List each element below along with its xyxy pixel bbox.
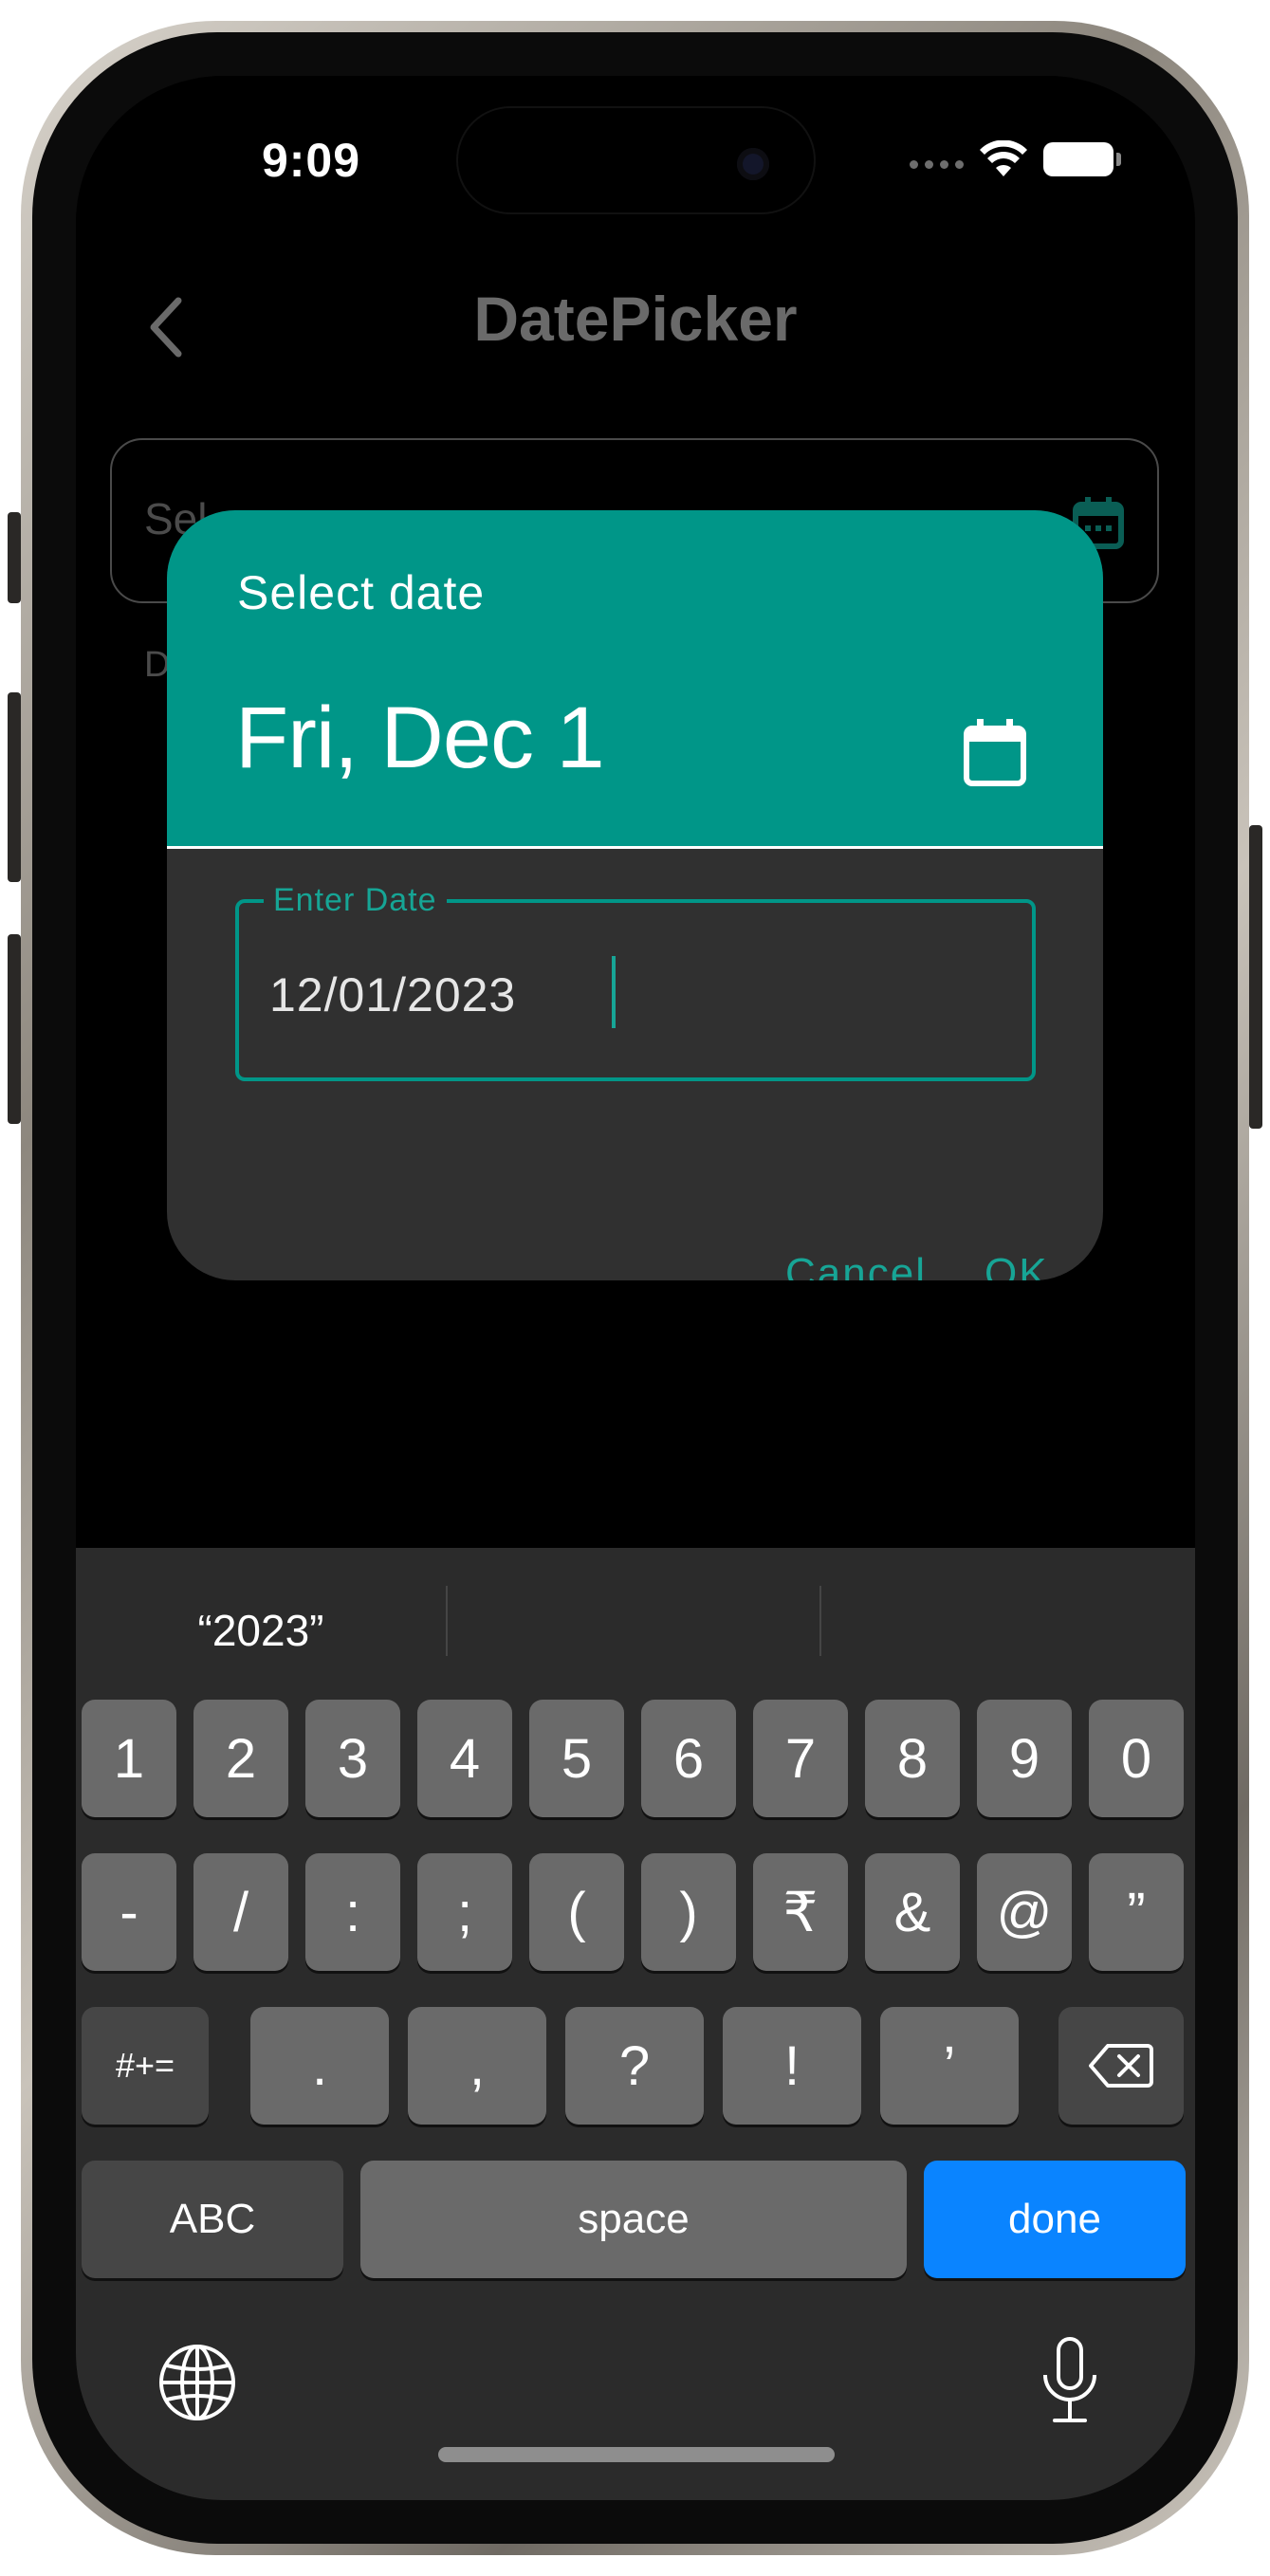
key[interactable]: ₹: [753, 1853, 848, 1971]
key[interactable]: 1: [82, 1700, 176, 1817]
key[interactable]: 0: [1089, 1700, 1184, 1817]
key[interactable]: !: [723, 2007, 861, 2125]
key[interactable]: /: [193, 1853, 288, 1971]
key[interactable]: 8: [865, 1700, 960, 1817]
cellular-signal-icon: [910, 150, 964, 169]
volume-down-button: [8, 934, 21, 1124]
date-input-value[interactable]: 12/01/2023: [269, 967, 516, 1022]
key[interactable]: 9: [977, 1700, 1072, 1817]
delete-key[interactable]: [1058, 2007, 1184, 2125]
done-key[interactable]: done: [924, 2161, 1186, 2278]
space-key[interactable]: space: [360, 2161, 907, 2278]
suggestion-divider: [446, 1586, 448, 1656]
selected-date: Fri, Dec 1: [235, 690, 605, 786]
abc-key[interactable]: ABC: [82, 2161, 343, 2278]
suggestion-divider: [819, 1586, 821, 1656]
suggestion-1[interactable]: “2023”: [76, 1605, 446, 1656]
key[interactable]: .: [250, 2007, 389, 2125]
page-title: DatePicker: [473, 284, 798, 354]
volume-up-button: [8, 692, 21, 882]
keyboard: “2023” 1 2 3 4 5 6 7 8 9 0 - / : ; ( ) ₹…: [76, 1548, 1195, 2500]
battery-icon: [1043, 142, 1121, 176]
key[interactable]: 2: [193, 1700, 288, 1817]
key[interactable]: 7: [753, 1700, 848, 1817]
key[interactable]: 6: [641, 1700, 736, 1817]
wifi-icon: [980, 140, 1027, 176]
action-button: [8, 512, 21, 603]
globe-icon[interactable]: [157, 2343, 237, 2422]
date-picker-dialog: Select date Fri, Dec 1 Enter Date 12/01/…: [167, 510, 1103, 1280]
front-camera: [737, 148, 769, 180]
backspace-icon: [1089, 2044, 1153, 2088]
key[interactable]: (: [529, 1853, 624, 1971]
text-cursor: [612, 956, 616, 1028]
key[interactable]: ”: [1089, 1853, 1184, 1971]
key[interactable]: &: [865, 1853, 960, 1971]
key[interactable]: 5: [529, 1700, 624, 1817]
symbols-toggle-key[interactable]: #+=: [82, 2007, 209, 2125]
key[interactable]: -: [82, 1853, 176, 1971]
key[interactable]: ’: [880, 2007, 1019, 2125]
screen: 9:09 DatePicker Sel D Select date Fri, D…: [76, 76, 1195, 2500]
date-input-label: Enter Date: [264, 882, 447, 919]
status-time: 9:09: [261, 134, 361, 187]
ok-button[interactable]: OK: [985, 1250, 1049, 1280]
power-button: [1249, 825, 1262, 1129]
key[interactable]: ,: [408, 2007, 546, 2125]
calendar-mode-icon[interactable]: [962, 717, 1028, 787]
microphone-icon[interactable]: [1040, 2335, 1100, 2426]
key[interactable]: ): [641, 1853, 736, 1971]
cancel-button[interactable]: Cancel: [785, 1250, 927, 1280]
dialog-header: Select date Fri, Dec 1: [167, 510, 1103, 849]
key[interactable]: ?: [565, 2007, 704, 2125]
status-icons: [910, 138, 1121, 180]
key[interactable]: @: [977, 1853, 1072, 1971]
key[interactable]: 4: [417, 1700, 512, 1817]
key[interactable]: :: [305, 1853, 400, 1971]
home-indicator[interactable]: [438, 2447, 835, 2462]
key[interactable]: ;: [417, 1853, 512, 1971]
dialog-subtitle: Select date: [237, 566, 486, 619]
key[interactable]: 3: [305, 1700, 400, 1817]
